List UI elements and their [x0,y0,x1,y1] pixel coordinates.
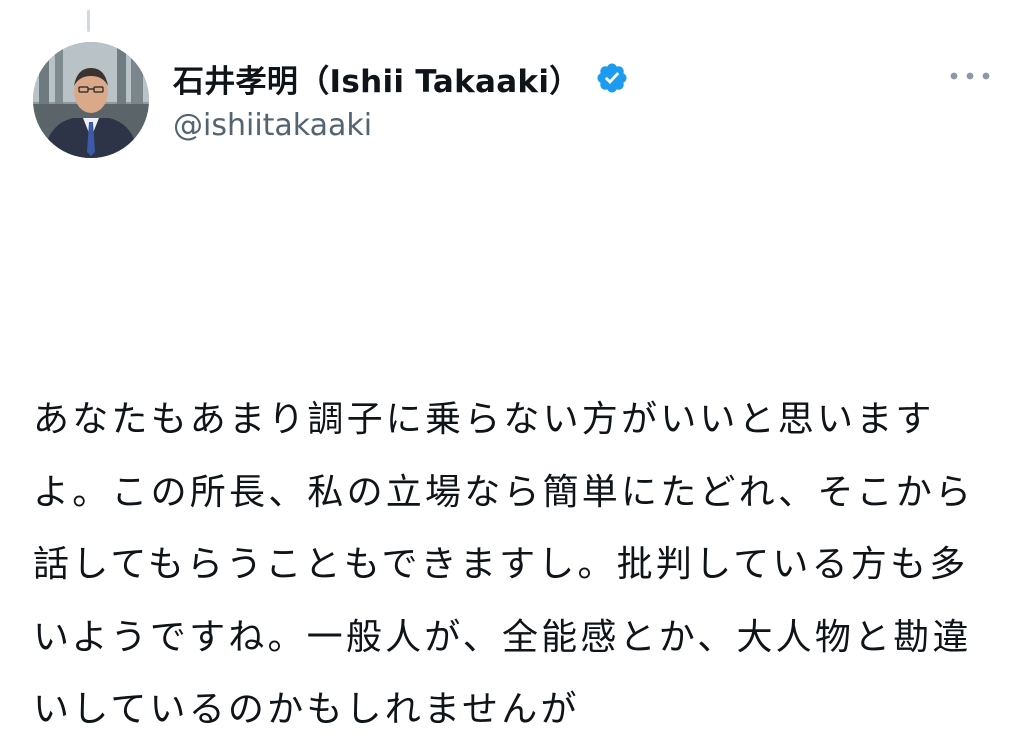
tweet-text: あなたもあまり調子に乗らない方がいいと思いますよ。この所長、私の立場なら簡単にた… [33,399,975,730]
author-names: 石井孝明（Ishii Takaaki） @ishiitakaaki [173,54,629,143]
author-display-name[interactable]: 石井孝明（Ishii Takaaki） [173,56,581,101]
tweet-header: 石井孝明（Ishii Takaaki） @ishiitakaaki [33,42,994,162]
more-options-icon[interactable] [946,64,994,88]
thread-connector-line [87,10,90,32]
author-avatar[interactable] [33,42,149,158]
avatar-photo [33,42,149,158]
display-name-row: 石井孝明（Ishii Takaaki） [173,54,629,102]
author-handle[interactable]: @ishiitakaaki [173,108,629,143]
verified-badge-icon[interactable] [595,61,629,95]
